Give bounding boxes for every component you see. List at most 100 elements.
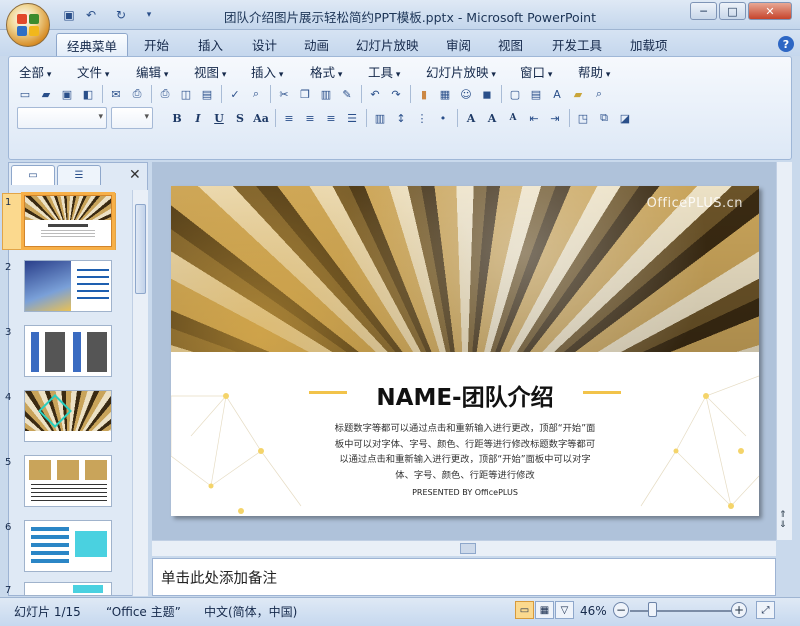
slide-canvas[interactable]: OfficePLUS.cn NAME-团队介绍 标题数字等都可以通过点击和重新输… [171, 186, 759, 516]
menu-help[interactable]: 帮助 [578, 62, 610, 81]
print-preview-icon[interactable]: ◫ [176, 84, 196, 104]
tab-developer[interactable]: 开发工具 [542, 33, 612, 56]
tab-design[interactable]: 设计 [242, 33, 287, 56]
format-painter-icon[interactable]: ✎ [337, 84, 357, 104]
tab-animation[interactable]: 动画 [294, 33, 339, 56]
align-center-icon[interactable]: ≡ [300, 108, 320, 128]
zoom-out-icon[interactable]: − [613, 602, 629, 618]
language-indicator[interactable]: 中文(简体，中国) [204, 601, 297, 621]
zoom-slider[interactable] [630, 610, 734, 612]
save-icon[interactable]: ▣ [57, 84, 77, 104]
slides-tab[interactable]: ▭ [11, 165, 55, 185]
change-case-icon[interactable]: Aa [251, 108, 271, 128]
save-icon[interactable]: ▣ [60, 6, 78, 24]
columns-icon[interactable]: ▥ [370, 108, 390, 128]
editor-vertical-scrollbar[interactable]: ⇑ ⇓ [776, 162, 792, 540]
new-file-icon[interactable]: ▭ [15, 84, 35, 104]
zoom-slider-thumb[interactable] [648, 602, 657, 617]
minimize-button[interactable]: ─ [690, 2, 717, 20]
tab-home[interactable]: 开始 [134, 33, 179, 56]
publish-icon[interactable]: ⎙ [127, 84, 147, 104]
line-spacing-icon[interactable]: ↕ [391, 108, 411, 128]
bullets-icon[interactable]: • [433, 108, 453, 128]
slide-sorter-icon[interactable]: ▦ [535, 601, 554, 619]
scroll-thumb[interactable] [135, 204, 146, 294]
outline-tab[interactable]: ☰ [57, 165, 101, 185]
print-icon[interactable]: ⎙ [155, 84, 175, 104]
layout-icon[interactable]: ▤ [526, 84, 546, 104]
table-icon[interactable]: ▦ [435, 84, 455, 104]
quick-styles-icon[interactable]: ◪ [615, 108, 635, 128]
slide-title[interactable]: NAME-团队介绍 [171, 378, 759, 412]
presented-by[interactable]: PRESENTED BY OfficePLUS [171, 488, 759, 497]
decrease-font-icon[interactable]: A [503, 108, 523, 128]
normal-view-icon[interactable]: ▭ [515, 601, 534, 619]
tab-review[interactable]: 审阅 [436, 33, 481, 56]
justify-icon[interactable]: ☰ [342, 108, 362, 128]
align-right-icon[interactable]: ≡ [321, 108, 341, 128]
redo-icon[interactable]: ↷ [386, 84, 406, 104]
cut-icon[interactable]: ✂ [274, 84, 294, 104]
undo-icon[interactable]: ↶ [82, 6, 100, 24]
help-icon[interactable]: ? [778, 36, 794, 52]
research-icon[interactable]: ⌕ [246, 84, 266, 104]
tab-insert[interactable]: 插入 [188, 33, 233, 56]
fit-window-icon[interactable]: ⤢ [756, 601, 775, 619]
clipart-icon[interactable]: ☺ [456, 84, 476, 104]
permission-icon[interactable]: ◧ [78, 84, 98, 104]
increase-indent-icon[interactable]: ⇥ [545, 108, 565, 128]
increase-font-icon[interactable]: A [482, 108, 502, 128]
color-grayscale-icon[interactable]: ◼ [477, 84, 497, 104]
email-icon[interactable]: ✉ [106, 84, 126, 104]
maximize-button[interactable]: □ [719, 2, 746, 20]
arrange-icon[interactable]: ⧉ [594, 108, 614, 128]
copy-icon[interactable]: ❐ [295, 84, 315, 104]
paste-icon[interactable]: ▥ [316, 84, 336, 104]
menu-tools[interactable]: 工具 [368, 62, 400, 81]
bold-icon[interactable]: B [167, 108, 187, 128]
chart-icon[interactable]: ▮ [414, 84, 434, 104]
folder-icon[interactable]: ▰ [568, 84, 588, 104]
menu-insert[interactable]: 插入 [251, 62, 283, 81]
menu-format[interactable]: 格式 [310, 62, 342, 81]
numbering-icon[interactable]: ⋮ [412, 108, 432, 128]
underline-icon[interactable]: U [209, 108, 229, 128]
prev-next-slide-icon[interactable]: ⇑ ⇓ [779, 510, 787, 530]
undo-icon[interactable]: ↶ [365, 84, 385, 104]
slide-body-text[interactable]: 标题数字等都可以通过点击和重新输入进行更改，顶部“开始”面板中可以对字体、字号、… [333, 421, 597, 483]
scroll-thumb[interactable] [460, 543, 476, 554]
slide-thumbnail[interactable] [24, 260, 112, 312]
decrease-indent-icon[interactable]: ⇤ [524, 108, 544, 128]
textbox-icon[interactable]: A [547, 84, 567, 104]
align-left-icon[interactable]: ≡ [279, 108, 299, 128]
menu-file[interactable]: 文件 [77, 62, 109, 81]
open-folder-icon[interactable]: ▰ [36, 84, 56, 104]
slides-pane-scrollbar[interactable] [132, 190, 148, 596]
menu-edit[interactable]: 编辑 [136, 62, 168, 81]
italic-icon[interactable]: I [188, 108, 208, 128]
slide-thumbnail[interactable] [24, 455, 112, 507]
menu-slideshow[interactable]: 幻灯片放映 [426, 62, 496, 81]
spelling-icon[interactable]: ✓ [225, 84, 245, 104]
close-button[interactable]: ✕ [748, 2, 792, 20]
slideshow-icon[interactable]: ▽ [555, 601, 574, 619]
font-color-icon[interactable]: A [461, 108, 481, 128]
qat-customize-icon[interactable]: ▾ [140, 6, 158, 24]
notes-pane[interactable]: 单击此处添加备注 [152, 558, 776, 596]
close-pane-icon[interactable]: ✕ [129, 167, 141, 183]
shadow-icon[interactable]: S [230, 108, 250, 128]
tab-view[interactable]: 视图 [488, 33, 533, 56]
slide-thumbnail[interactable] [24, 325, 112, 377]
slide-icon[interactable]: ▤ [197, 84, 217, 104]
office-button[interactable] [6, 3, 50, 47]
new-slide-icon[interactable]: ▢ [505, 84, 525, 104]
editor-horizontal-scrollbar[interactable] [152, 540, 776, 556]
zoom-in-icon[interactable]: + [731, 602, 747, 618]
search-icon[interactable]: ⌕ [589, 84, 609, 104]
shapes-icon[interactable]: ◳ [573, 108, 593, 128]
tab-addins[interactable]: 加载项 [620, 33, 678, 56]
slide-thumbnail[interactable] [24, 582, 112, 596]
tab-slideshow[interactable]: 幻灯片放映 [346, 33, 429, 56]
slide-thumbnail[interactable] [21, 192, 115, 250]
menu-view[interactable]: 视图 [194, 62, 226, 81]
